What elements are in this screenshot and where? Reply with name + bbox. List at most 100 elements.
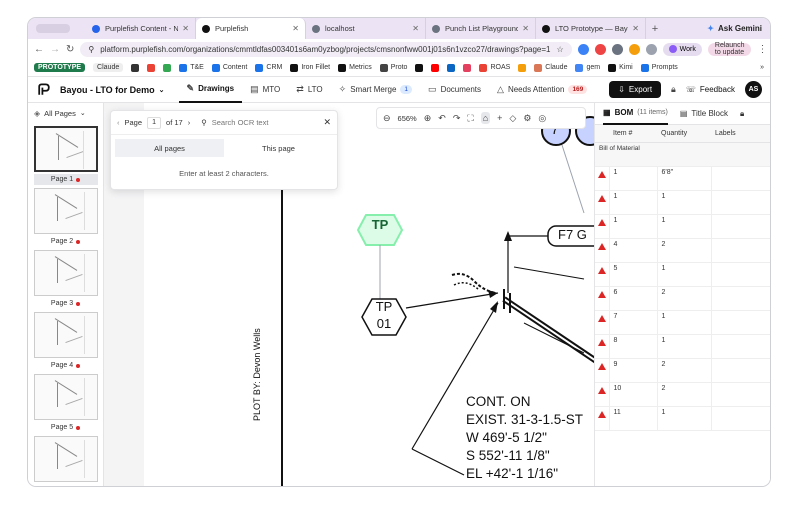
page-number-input[interactable]: 1: [147, 116, 162, 129]
table-row[interactable]: 92: [595, 358, 770, 383]
bookmark-item[interactable]: [447, 63, 456, 72]
settings-gear-icon[interactable]: ⚙: [523, 113, 531, 124]
extension-icon-2[interactable]: [594, 43, 606, 55]
tab-title-block[interactable]: ▤ Title Block: [680, 103, 728, 125]
bookmark-item[interactable]: CRM: [255, 63, 282, 72]
table-row[interactable]: 81: [595, 334, 770, 359]
redo-icon[interactable]: ↷: [453, 113, 461, 124]
bookmark-item[interactable]: Content: [211, 63, 247, 72]
bookmark-item[interactable]: Metrics: [338, 63, 372, 72]
prev-page-icon[interactable]: ‹: [117, 118, 120, 127]
tab-this-page[interactable]: This page: [224, 139, 333, 157]
tab-close-icon[interactable]: ✕: [182, 24, 189, 33]
project-switcher[interactable]: Bayou - LTO for Demo ⌄: [60, 85, 165, 95]
feedback-button[interactable]: ☏ Feedback: [686, 85, 735, 94]
page-thumbnail[interactable]: Page 4: [33, 312, 99, 371]
bookmark-item[interactable]: Kimi: [608, 63, 633, 72]
target-icon[interactable]: ◎: [538, 113, 546, 124]
bookmark-item[interactable]: Proto: [379, 63, 407, 72]
new-tab-button[interactable]: +: [646, 23, 664, 35]
fit-screen-icon[interactable]: ⛶: [467, 113, 473, 124]
zoom-out-icon[interactable]: ⊖: [383, 113, 391, 124]
browser-tab[interactable]: LTO Prototype — Bayou - LTO ✕: [536, 18, 646, 39]
zoom-level[interactable]: 656%: [398, 114, 417, 123]
nav-tab-smart-merge[interactable]: ✧ Smart Merge 1: [331, 77, 420, 103]
nav-tab-drawings[interactable]: ✎ Drawings: [178, 77, 243, 103]
bookmarks-overflow-icon[interactable]: »: [760, 64, 764, 71]
page-thumbnail[interactable]: Page 1: [33, 126, 99, 185]
extension-icon-5[interactable]: [645, 43, 657, 55]
page-thumbnail[interactable]: Page 6: [33, 436, 99, 486]
nav-tab-documents[interactable]: ▭ Documents: [420, 77, 489, 103]
table-row[interactable]: 11: [595, 190, 770, 215]
bookmark-item[interactable]: Prompts: [640, 63, 678, 72]
purplefish-logo-icon[interactable]: [36, 82, 52, 98]
next-page-icon[interactable]: ›: [188, 118, 191, 127]
bookmark-item[interactable]: [131, 63, 140, 72]
page-thumbnail[interactable]: Page 3: [33, 250, 99, 309]
all-pages-filter[interactable]: ◈ All Pages ⌄: [28, 103, 103, 123]
tab-bom[interactable]: ▦ BOM (11 items): [603, 103, 668, 125]
page-thumbnail[interactable]: Page 2: [33, 188, 99, 247]
tab-close-icon[interactable]: ✕: [632, 24, 639, 33]
tab-all-pages[interactable]: All pages: [115, 139, 224, 157]
browser-tab[interactable]: Punch List Playground — LTO✕: [426, 18, 536, 39]
bookmark-item[interactable]: gem: [575, 63, 600, 72]
zoom-in-icon[interactable]: ⊕: [424, 113, 432, 124]
url-text[interactable]: platform.purplefish.com/organizations/cm…: [100, 45, 550, 54]
table-row[interactable]: 71: [595, 310, 770, 335]
nav-tab-needs-attention[interactable]: △ Needs Attention 169: [489, 77, 595, 103]
bookmark-item[interactable]: [163, 63, 172, 72]
table-row[interactable]: 1 6'8": [595, 166, 770, 191]
nav-tab-lto[interactable]: ⇄ LTO: [288, 77, 330, 103]
bookmark-item[interactable]: Claude: [93, 63, 124, 72]
bookmark-item[interactable]: PROTOTYPE: [34, 63, 86, 72]
lock-icon[interactable]: 🔒︎: [671, 84, 676, 95]
omnibox[interactable]: ⚲ platform.purplefish.com/organizations/…: [80, 41, 572, 57]
crosshair-icon[interactable]: +: [497, 113, 502, 123]
table-row[interactable]: 10 2: [595, 382, 770, 407]
export-button[interactable]: ⇩ Export: [609, 81, 662, 98]
tab-close-icon[interactable]: ✕: [292, 24, 299, 33]
back-icon[interactable]: ←: [34, 44, 44, 55]
undo-icon[interactable]: ↶: [438, 113, 446, 124]
site-info-icon[interactable]: ⚲: [88, 45, 94, 54]
diamond-icon[interactable]: ◇: [509, 113, 516, 124]
lock-icon[interactable]: 🔒︎: [740, 109, 744, 119]
table-row[interactable]: 62: [595, 286, 770, 311]
extension-icon-1[interactable]: [577, 43, 589, 55]
browser-tab[interactable]: Purplefish Content - Newsle✕: [86, 18, 196, 39]
bookmark-item[interactable]: ROAS: [479, 63, 510, 72]
bookmark-item[interactable]: [415, 63, 424, 72]
bookmark-item[interactable]: [431, 63, 440, 72]
bookmark-item[interactable]: T&E: [179, 63, 204, 72]
ocr-search-input[interactable]: [211, 118, 319, 127]
tab-close-icon[interactable]: ✕: [522, 24, 529, 33]
browser-tab[interactable]: Purplefish ✕: [196, 18, 306, 39]
table-row[interactable]: 11: [595, 214, 770, 239]
bookmark-item[interactable]: [463, 63, 472, 72]
window-controls[interactable]: [28, 18, 86, 39]
tab-close-icon[interactable]: ✕: [412, 24, 419, 33]
tag-icon[interactable]: ⌂: [480, 112, 491, 124]
table-row[interactable]: 11 1: [595, 406, 770, 431]
nav-tab-mto[interactable]: ▤ MTO: [242, 77, 288, 103]
table-row[interactable]: 42: [595, 238, 770, 263]
browser-menu-icon[interactable]: ⋮: [757, 44, 767, 55]
bookmark-item[interactable]: Claude: [534, 63, 567, 72]
close-icon[interactable]: ✕: [323, 117, 331, 128]
bookmark-item[interactable]: [147, 63, 156, 72]
table-row[interactable]: 51: [595, 262, 770, 287]
profile-button[interactable]: Work: [662, 42, 702, 56]
page-thumbnail[interactable]: Page 5: [33, 374, 99, 433]
relaunch-button[interactable]: Relaunch to update: [707, 42, 752, 56]
bookmark-item[interactable]: [518, 63, 527, 72]
reload-icon[interactable]: ↻: [66, 44, 74, 55]
avatar[interactable]: AS: [745, 81, 762, 98]
extension-icon-4[interactable]: [628, 43, 640, 55]
ask-gemini-button[interactable]: ✦ Ask Gemini: [707, 24, 770, 33]
browser-tab[interactable]: localhost ✕: [306, 18, 426, 39]
bookmark-item[interactable]: Iron Fillet: [290, 63, 330, 72]
forward-icon[interactable]: →: [50, 44, 60, 55]
bookmark-star-icon[interactable]: ☆: [557, 45, 564, 54]
